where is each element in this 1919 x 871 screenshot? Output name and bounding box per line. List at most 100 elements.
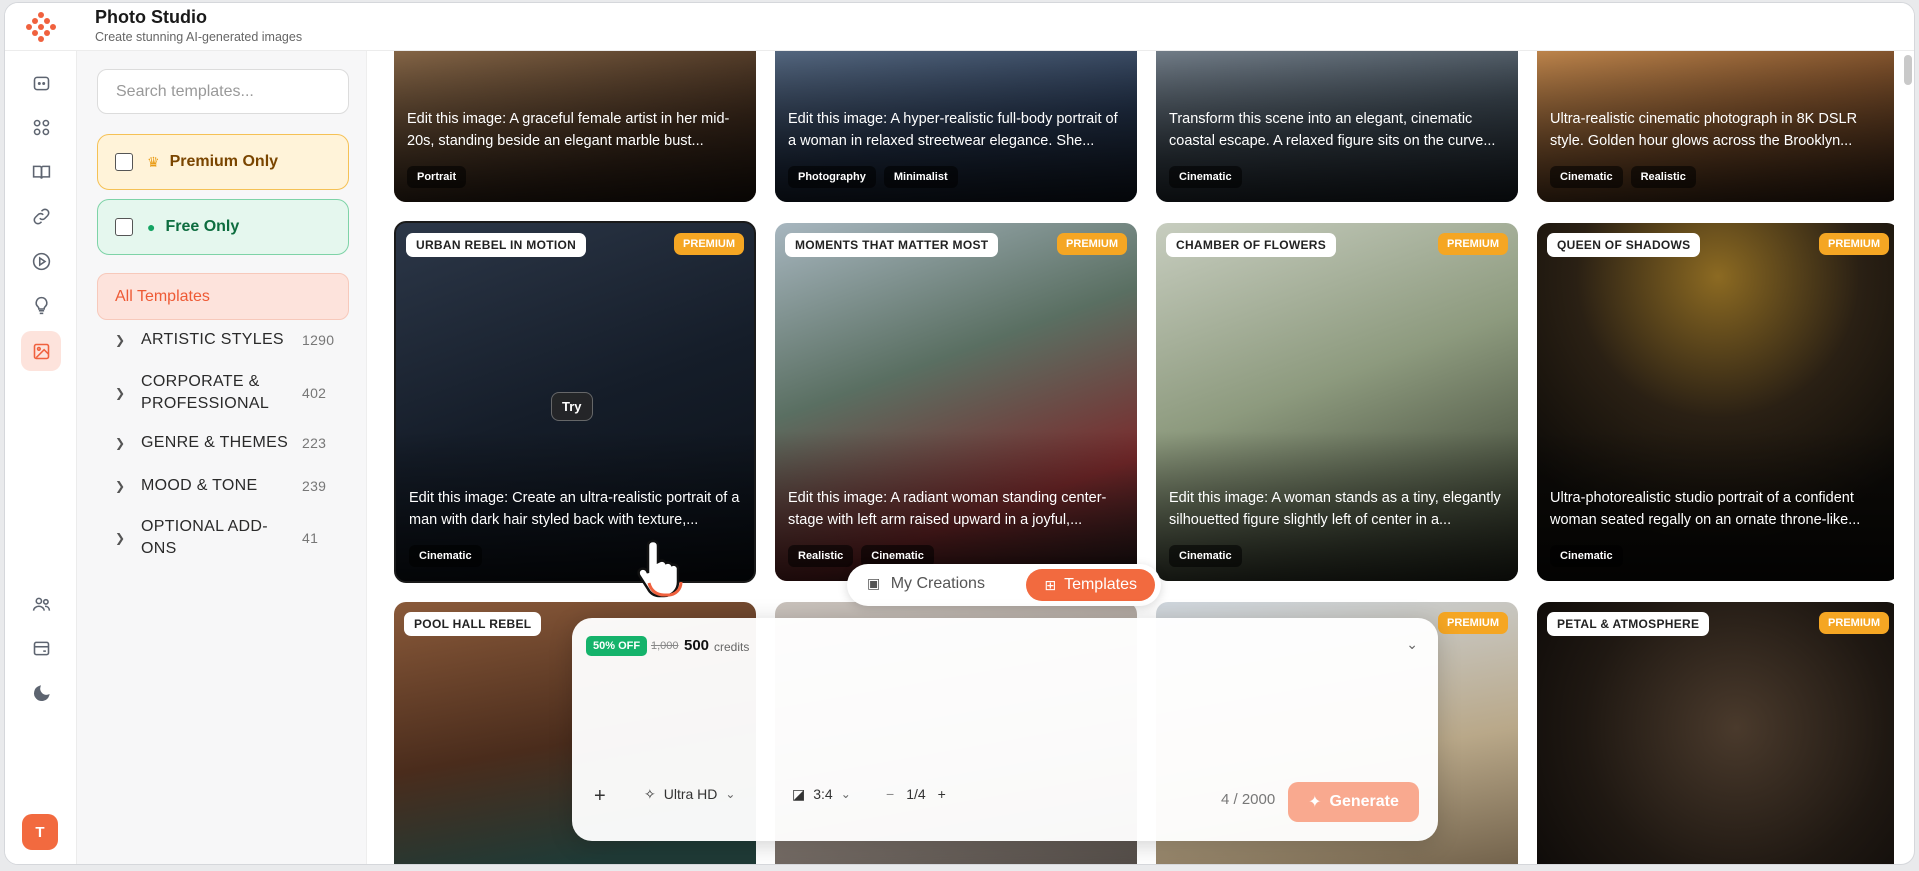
quality-select[interactable]: ✧ Ultra HD ⌄ — [634, 776, 745, 812]
template-card[interactable]: PETAL & ATMOSPHERE PREMIUM — [1537, 602, 1894, 864]
card-tag: Photography — [788, 166, 876, 188]
all-templates-button[interactable]: All Templates — [97, 273, 349, 320]
ratio-value: 3:4 — [813, 786, 833, 802]
credit-price: 500 — [684, 637, 710, 654]
search-input[interactable]: Search templates... — [97, 69, 349, 114]
discount-badge: 50% OFF — [586, 636, 648, 656]
rail-community[interactable] — [21, 584, 61, 624]
check-circle-icon: ● — [147, 219, 156, 235]
card-tag: Cinematic — [409, 545, 482, 567]
moon-icon — [33, 684, 50, 701]
rail-video[interactable] — [21, 241, 61, 281]
grid-icon — [33, 119, 49, 135]
card-description: Edit this image: Create an ultra-realist… — [409, 490, 740, 528]
card-description: Ultra-photorealistic studio portrait of … — [1550, 490, 1861, 528]
app-logo-icon[interactable] — [21, 7, 61, 47]
character-counter: 4 / 2000 — [1221, 791, 1276, 808]
chevron-right-icon: ❯ — [115, 333, 126, 347]
free-only-checkbox[interactable] — [115, 218, 133, 236]
card-title: POOL HALL REBEL — [404, 612, 542, 636]
category-artistic-styles[interactable]: ❯ ARTISTIC STYLES 1290 — [97, 329, 349, 351]
category-count: 402 — [302, 385, 327, 401]
tab-my-creations[interactable]: ▣ My Creations — [867, 575, 985, 593]
template-card[interactable]: URBAN REBEL IN MOTION PREMIUM Try Edit t… — [394, 221, 756, 583]
tab-templates[interactable]: ⊞ Templates — [1026, 569, 1155, 601]
category-corporate-professional[interactable]: ❯ CORPORATE & PROFESSIONAL 402 — [97, 371, 349, 415]
image-icon — [33, 343, 49, 359]
category-count: 41 — [302, 530, 319, 546]
image-count-stepper[interactable]: − 1/4 + — [876, 776, 956, 812]
card-description: Ultra-realistic cinematic photograph in … — [1550, 111, 1858, 149]
rail-apps[interactable] — [21, 107, 61, 147]
free-only-filter[interactable]: ● Free Only — [97, 199, 349, 255]
rail-theme-toggle[interactable] — [21, 673, 61, 713]
add-attachment-button[interactable]: + — [594, 785, 606, 808]
card-tag: Cinematic — [1550, 166, 1623, 188]
premium-only-checkbox[interactable] — [115, 153, 133, 171]
premium-badge: PREMIUM — [674, 233, 744, 255]
template-card[interactable]: Edit this image: A graceful female artis… — [394, 51, 756, 202]
sparkles-icon: ✦ — [1308, 794, 1322, 811]
prompt-composer: 50% OFF 1,000 500 credits ⌄ + ✧ Ultra HD… — [572, 618, 1438, 841]
image-icon: ▣ — [867, 575, 881, 591]
rail-photo-studio[interactable] — [21, 331, 61, 371]
chevron-down-icon[interactable]: ⌄ — [1406, 636, 1418, 653]
chevron-down-icon: ⌄ — [840, 787, 851, 801]
count-value: 1/4 — [906, 786, 926, 802]
scrollbar[interactable] — [1904, 55, 1912, 85]
users-icon — [32, 597, 50, 611]
premium-only-filter[interactable]: ♛ Premium Only — [97, 134, 349, 190]
old-credit-price: 1,000 — [651, 640, 679, 652]
category-optional-add-ons[interactable]: ❯ OPTIONAL ADD-ONS 41 — [97, 516, 349, 560]
category-genre-themes[interactable]: ❯ GENRE & THEMES 223 — [97, 432, 349, 454]
filter-panel: Search templates... ♛ Premium Only ● Fre… — [77, 51, 367, 864]
chevron-right-icon: ❯ — [115, 386, 126, 400]
card-description: Edit this image: A woman stands as a tin… — [1169, 490, 1501, 528]
wallet-icon — [33, 641, 49, 655]
template-card[interactable]: Ultra-realistic cinematic photograph in … — [1537, 51, 1894, 202]
category-count: 239 — [302, 478, 327, 494]
generate-button[interactable]: ✦ Generate — [1288, 782, 1419, 822]
minus-icon[interactable]: − — [886, 786, 894, 802]
premium-only-label: Premium Only — [169, 153, 279, 170]
rail-chat-bot[interactable] — [21, 63, 61, 103]
card-tags: Cinematic — [1169, 545, 1242, 567]
chevron-right-icon: ❯ — [115, 531, 126, 545]
rail-ideas[interactable] — [21, 285, 61, 325]
category-name: CORPORATE & PROFESSIONAL — [141, 373, 270, 412]
hand-cursor-icon — [637, 539, 683, 598]
card-tags: Photography Minimalist — [788, 166, 958, 188]
card-title: CHAMBER OF FLOWERS — [1166, 233, 1337, 257]
premium-badge: PREMIUM — [1438, 233, 1508, 255]
card-tags: Cinematic Realistic — [1550, 166, 1696, 188]
card-tag: Cinematic — [1169, 545, 1242, 567]
tab-label: Templates — [1064, 576, 1137, 593]
category-name: MOOD & TONE — [141, 477, 258, 494]
chevron-down-icon: ⌄ — [725, 787, 736, 801]
category-mood-tone[interactable]: ❯ MOOD & TONE 239 — [97, 475, 349, 497]
aspect-ratio-select[interactable]: ◪ 3:4 ⌄ — [782, 776, 861, 812]
play-icon — [32, 252, 50, 270]
card-description: Edit this image: A radiant woman standin… — [788, 490, 1107, 528]
template-card[interactable]: MOMENTS THAT MATTER MOST PREMIUM Edit th… — [775, 223, 1137, 581]
card-tag: Minimalist — [883, 166, 958, 188]
app-window: Photo Studio Create stunning AI-generate… — [4, 2, 1915, 865]
rail-library[interactable] — [21, 152, 61, 192]
premium-badge: PREMIUM — [1819, 233, 1889, 255]
sparkles-icon: ✧ — [644, 785, 656, 802]
book-icon — [32, 165, 50, 179]
rail-billing[interactable] — [21, 628, 61, 668]
avatar[interactable]: T — [22, 814, 58, 850]
template-card[interactable]: QUEEN OF SHADOWS PREMIUM Ultra-photoreal… — [1537, 223, 1894, 581]
try-button[interactable]: Try — [551, 392, 593, 421]
card-title: PETAL & ATMOSPHERE — [1547, 612, 1710, 636]
card-tag: Realistic — [788, 545, 854, 567]
app-header: Photo Studio Create stunning AI-generate… — [5, 3, 1914, 51]
plus-icon[interactable]: + — [938, 786, 946, 802]
category-name: ARTISTIC STYLES — [141, 331, 284, 348]
card-description: Edit this image: A hyper-realistic full-… — [788, 111, 1118, 149]
template-card[interactable]: Transform this scene into an elegant, ci… — [1156, 51, 1518, 202]
rail-links[interactable] — [21, 196, 61, 236]
template-card[interactable]: CHAMBER OF FLOWERS PREMIUM Edit this ima… — [1156, 223, 1518, 581]
template-card[interactable]: Edit this image: A hyper-realistic full-… — [775, 51, 1137, 202]
